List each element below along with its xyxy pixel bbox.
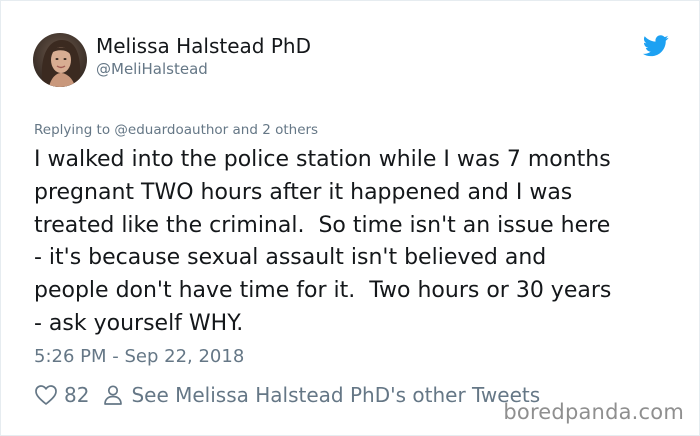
watermark: boredpanda.com bbox=[503, 400, 684, 424]
tweet-text-line: people don't have time for it. Two hours… bbox=[34, 278, 612, 304]
tweet-text-line: - it's because sexual assault isn't beli… bbox=[34, 245, 547, 271]
tweet-actions: 82 See Melissa Halstead PhD's other Twee… bbox=[34, 381, 540, 409]
tweet-text-line: I walked into the police station while I… bbox=[34, 147, 611, 172]
author-display-name[interactable]: Melissa Halstead PhD bbox=[96, 34, 311, 58]
like-count[interactable]: 82 bbox=[64, 383, 89, 407]
tweet-text-line: pregnant TWO hours after it happened and… bbox=[34, 179, 573, 205]
profile-photo-icon bbox=[33, 33, 87, 87]
replying-to[interactable]: Replying to @eduardoauthor and 2 others bbox=[34, 122, 318, 138]
author-handle[interactable]: @MeliHalstead bbox=[96, 60, 208, 78]
tweet-text: I walked into the police station while I… bbox=[34, 144, 684, 341]
twitter-bird-icon[interactable] bbox=[643, 35, 669, 57]
person-icon[interactable] bbox=[101, 383, 125, 407]
tweet-text-line: - ask yourself WHY. bbox=[34, 310, 244, 336]
tweet-card: Melissa Halstead PhD @MeliHalstead Reply… bbox=[0, 0, 700, 436]
heart-icon[interactable] bbox=[34, 383, 58, 407]
other-tweets-link[interactable]: See Melissa Halstead PhD's other Tweets bbox=[131, 383, 540, 407]
avatar[interactable] bbox=[33, 33, 87, 87]
tweet-text-line: treated like the criminal. So time isn't… bbox=[34, 212, 611, 238]
tweet-timestamp[interactable]: 5:26 PM - Sep 22, 2018 bbox=[34, 346, 244, 367]
